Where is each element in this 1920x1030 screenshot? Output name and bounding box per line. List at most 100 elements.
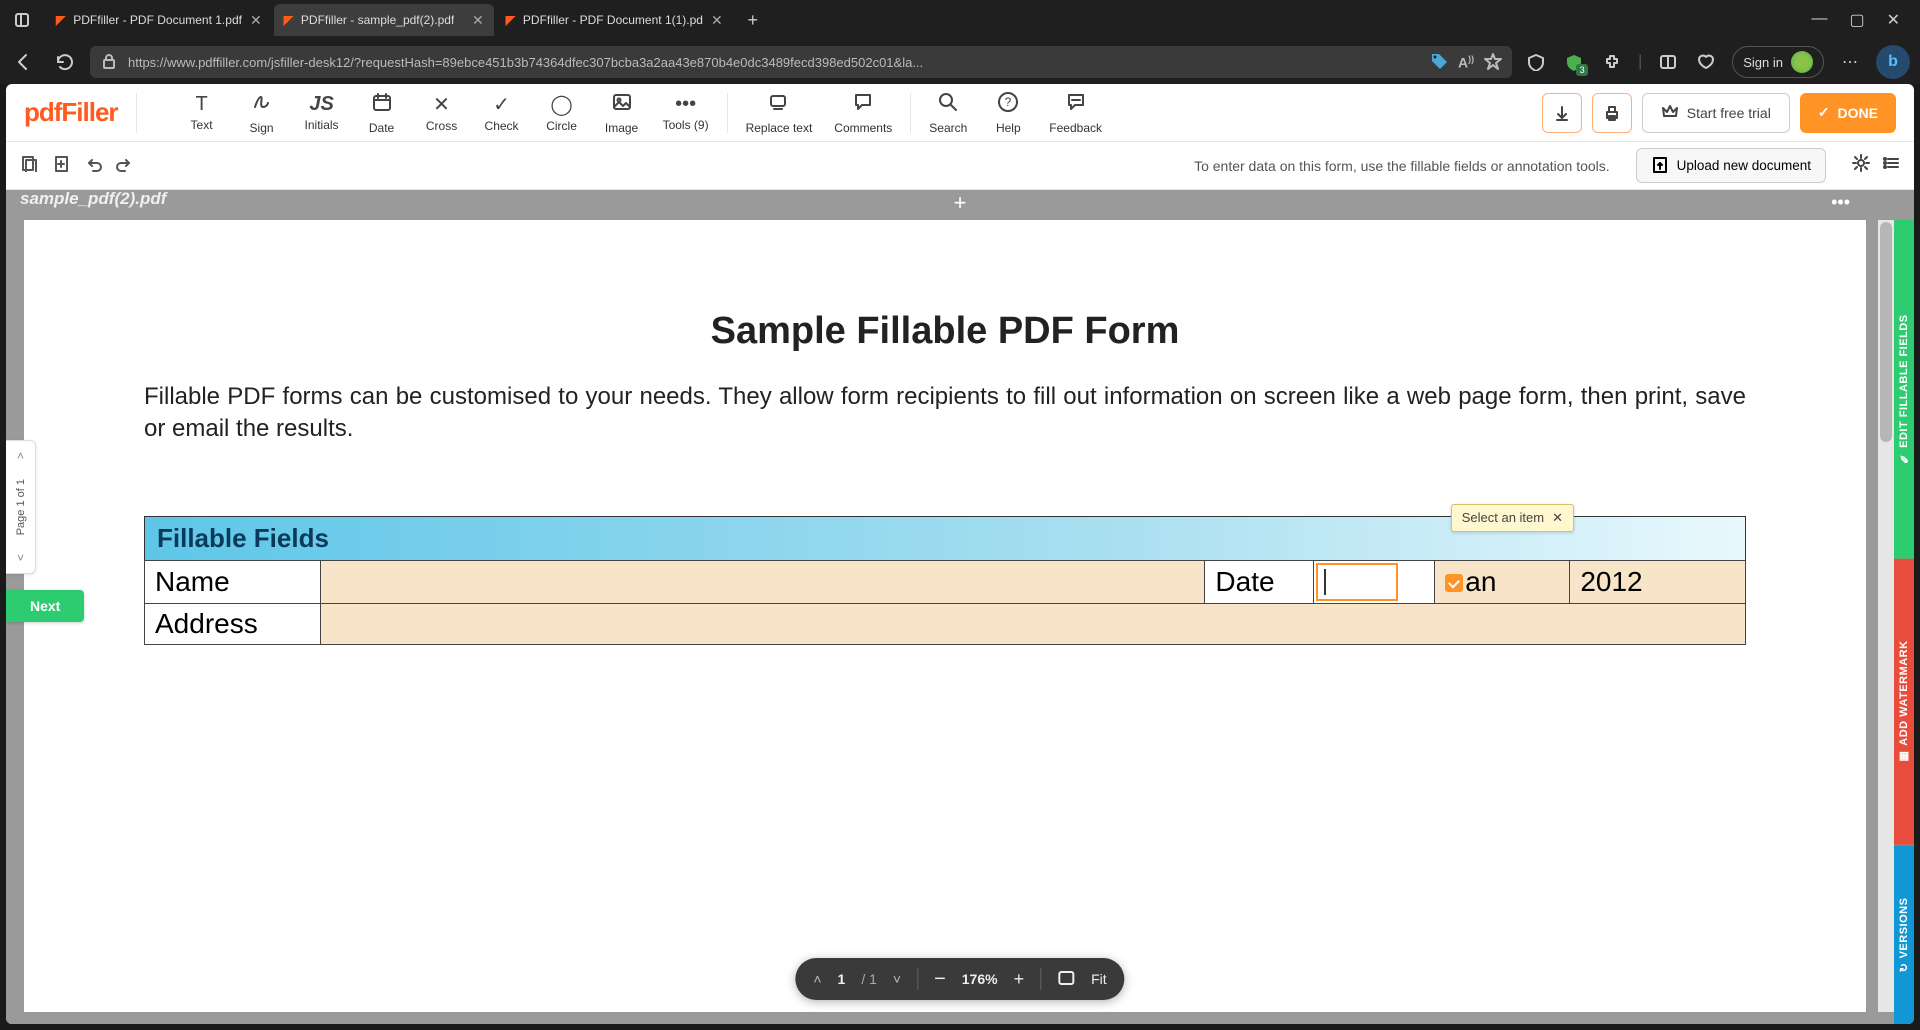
refresh-button[interactable] (50, 48, 78, 76)
close-icon[interactable]: ✕ (711, 12, 723, 29)
maximize-icon[interactable]: ▢ (1849, 10, 1864, 30)
zoom-out-button[interactable]: − (934, 968, 946, 991)
label: Circle (546, 119, 577, 133)
document-stage: sample_pdf(2).pdf + ••• Sample Fillable … (6, 190, 1914, 1024)
extensions-icon[interactable] (1600, 50, 1624, 74)
stage-more-icon[interactable]: ••• (1831, 192, 1850, 213)
chevron-down-icon[interactable]: ˅ (893, 971, 901, 987)
tracking-shield-icon[interactable] (1524, 50, 1548, 74)
download-button[interactable] (1542, 93, 1582, 133)
comments-tool[interactable]: Comments (824, 89, 902, 137)
svg-text:?: ? (1005, 95, 1012, 109)
browser-tab-0[interactable]: ◤ PDFfiller - PDF Document 1.pdf ✕ (46, 4, 272, 36)
cross-tool[interactable]: ✕Cross (413, 89, 471, 137)
bing-sidebar-button[interactable]: b (1876, 45, 1910, 79)
initials-tool[interactable]: JSInitials (293, 89, 351, 137)
sign-tool[interactable]: Sign (233, 89, 291, 137)
read-aloud-icon[interactable]: A)) (1458, 54, 1474, 71)
scrollbar-thumb[interactable] (1880, 222, 1892, 442)
adblock-shield-icon[interactable] (1562, 50, 1586, 74)
versions-rail[interactable]: ↻ VERSIONS (1894, 845, 1914, 1024)
done-button[interactable]: ✓ DONE (1800, 93, 1896, 133)
minimize-icon[interactable]: ― (1811, 10, 1827, 30)
outline-icon[interactable] (1882, 154, 1900, 177)
page-canvas[interactable]: Sample Fillable PDF Form Fillable PDF fo… (24, 220, 1866, 1012)
browser-tab-1[interactable]: ◤ PDFfiller - sample_pdf(2).pdf ✕ (274, 4, 494, 36)
toolbar-right: | Sign in ⋯ b (1524, 45, 1910, 79)
more-icon[interactable]: ⋯ (1838, 50, 1862, 74)
next-field-button[interactable]: Next (6, 590, 84, 622)
feedback-tool[interactable]: Feedback (1039, 89, 1112, 137)
right-actions: Start free trial ✓ DONE (1542, 93, 1896, 133)
search-tool[interactable]: Search (919, 89, 977, 137)
chevron-up-icon[interactable]: ˄ (813, 971, 821, 987)
upload-new-document-button[interactable]: Upload new document (1636, 148, 1826, 183)
pages-icon[interactable] (20, 154, 38, 177)
split-screen-icon[interactable] (1656, 50, 1680, 74)
fillable-fields-section: Select an item ✕ Fillable Fields Name Da… (144, 516, 1746, 645)
calendar-icon (371, 91, 393, 119)
zoom-in-button[interactable]: + (1014, 969, 1025, 990)
settings-icon[interactable] (1852, 154, 1870, 177)
fit-button[interactable]: Fit (1091, 971, 1107, 987)
pdffiller-logo[interactable]: pdfFiller (24, 97, 118, 128)
back-button[interactable] (10, 48, 38, 76)
select-item-tooltip: Select an item ✕ (1451, 504, 1574, 532)
chevron-down-icon[interactable]: ˅ (17, 551, 24, 565)
tab-actions-icon[interactable] (8, 6, 36, 34)
signin-chip[interactable]: Sign in (1732, 46, 1824, 78)
favorite-icon[interactable] (1484, 52, 1502, 73)
image-tool[interactable]: Image (593, 89, 651, 137)
date-label: Date (1205, 560, 1313, 603)
side-rail: ✎ EDIT FILLABLE FIELDS ▦ ADD WATERMARK ↻… (1894, 220, 1914, 1024)
add-watermark-rail[interactable]: ▦ ADD WATERMARK (1894, 559, 1914, 845)
close-icon[interactable]: ✕ (472, 12, 484, 29)
date-month-field[interactable]: an (1435, 560, 1570, 603)
name-field[interactable] (320, 560, 1205, 603)
new-tab-button[interactable]: + (739, 6, 767, 34)
text-tool[interactable]: TText (173, 89, 231, 137)
separator (917, 968, 918, 990)
close-icon[interactable]: ✕ (250, 12, 262, 29)
signin-label: Sign in (1743, 55, 1783, 70)
add-page-icon[interactable] (52, 154, 70, 177)
add-icon[interactable]: + (954, 190, 967, 216)
url-field[interactable]: https://www.pdffiller.com/jsfiller-desk1… (90, 46, 1512, 78)
label: Initials (305, 118, 339, 132)
vertical-scrollbar[interactable] (1878, 220, 1894, 1012)
sign-icon (251, 91, 273, 119)
collections-icon[interactable] (1694, 50, 1718, 74)
shopping-tag-icon[interactable] (1430, 52, 1448, 73)
browser-tab-2[interactable]: ◤ PDFfiller - PDF Document 1(1).pd ✕ (496, 4, 733, 36)
undo-icon[interactable] (84, 154, 102, 177)
sub-left (20, 154, 134, 177)
hint-text: To enter data on this form, use the fill… (1194, 158, 1610, 174)
table-row: Address (145, 603, 1746, 644)
date-year-field[interactable]: 2012 (1570, 560, 1746, 603)
edit-fillable-fields-rail[interactable]: ✎ EDIT FILLABLE FIELDS (1894, 220, 1914, 559)
start-free-trial-button[interactable]: Start free trial (1642, 93, 1790, 133)
date-tool[interactable]: Date (353, 89, 411, 137)
url-text: https://www.pdffiller.com/jsfiller-desk1… (128, 55, 1420, 70)
feedback-icon (1065, 91, 1087, 119)
site-info-icon[interactable] (100, 52, 118, 73)
date-day-field[interactable] (1313, 560, 1435, 603)
close-icon[interactable]: ✕ (1552, 510, 1563, 526)
label: DONE (1838, 105, 1878, 121)
zoom-level[interactable]: 176% (962, 971, 998, 987)
address-field[interactable] (320, 603, 1745, 644)
replace-text-tool[interactable]: Replace text (736, 89, 823, 137)
close-window-icon[interactable]: ✕ (1887, 10, 1900, 30)
help-tool[interactable]: ?Help (979, 89, 1037, 137)
chevron-up-icon[interactable]: ˄ (17, 449, 24, 463)
circle-tool[interactable]: ◯Circle (533, 89, 591, 137)
print-button[interactable] (1592, 93, 1632, 133)
check-tool[interactable]: ✓Check (473, 89, 531, 137)
separator (727, 93, 728, 133)
upload-icon (1651, 155, 1669, 176)
window-controls: ― ▢ ✕ (1811, 10, 1912, 30)
tools-more[interactable]: •••Tools (9) (653, 89, 719, 137)
table-row: Name Date an 2012 (145, 560, 1746, 603)
current-page[interactable]: 1 (838, 971, 846, 987)
redo-icon[interactable] (116, 154, 134, 177)
